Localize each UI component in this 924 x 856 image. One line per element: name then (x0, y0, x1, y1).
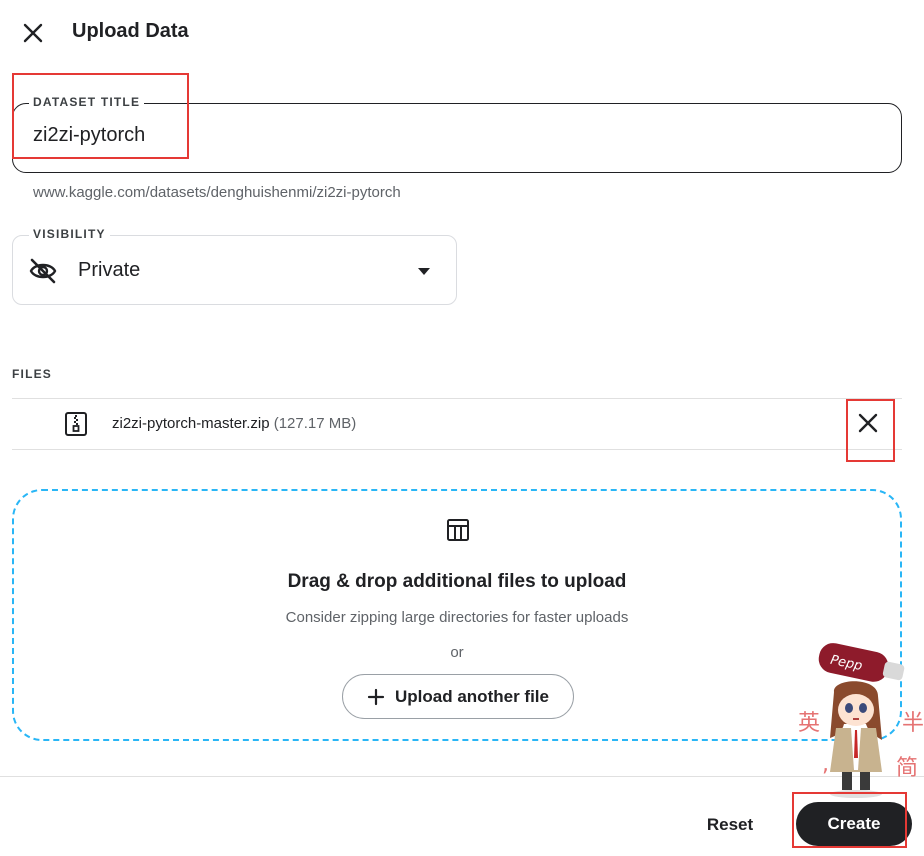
file-name: zi2zi-pytorch-master.zip (112, 415, 270, 432)
dataset-url: www.kaggle.com/datasets/denghuishenmi/zi… (33, 184, 401, 201)
file-name-text: zi2zi-pytorch-master.zip (127.17 MB) (112, 415, 356, 432)
visibility-select[interactable]: VISIBILITY Private (12, 227, 457, 305)
decor-char: , (822, 752, 829, 777)
dataset-title-field[interactable]: DATASET TITLE (12, 95, 902, 173)
dataset-title-input[interactable] (33, 124, 873, 147)
decor-char: 英 (798, 711, 821, 736)
plus-icon (367, 688, 385, 705)
close-button[interactable] (18, 18, 48, 48)
visibility-label: VISIBILITY (29, 227, 110, 241)
create-button[interactable]: Create (796, 802, 912, 846)
decor-char: 半 (902, 711, 924, 736)
visibility-value: Private (78, 259, 141, 281)
remove-file-button[interactable] (854, 409, 882, 437)
visibility-off-icon (29, 258, 57, 284)
file-dropzone[interactable]: Drag & drop additional files to upload C… (12, 489, 902, 741)
dropzone-or: or (450, 644, 464, 661)
dataset-title-label: DATASET TITLE (29, 95, 145, 109)
dropzone-subtitle: Consider zipping large directories for f… (285, 609, 629, 626)
table-icon (447, 519, 469, 541)
files-section-label: FILES (12, 367, 53, 381)
upload-another-file-button[interactable]: Upload another file (342, 674, 574, 719)
footer-divider (0, 776, 924, 777)
dropzone-title: Drag & drop additional files to upload (287, 571, 627, 592)
file-size: (127.17 MB) (273, 415, 357, 432)
divider (12, 449, 902, 450)
close-icon (858, 413, 878, 433)
dialog-title: Upload Data (72, 20, 189, 42)
decor-char: 简 (896, 756, 919, 781)
file-list-item: zi2zi-pytorch-master.zip (127.17 MB) (12, 399, 902, 449)
close-icon (23, 23, 43, 43)
upload-button-label: Upload another file (395, 686, 549, 706)
reset-button[interactable]: Reset (688, 805, 772, 845)
dropdown-arrow-icon (418, 268, 430, 275)
zip-file-icon (65, 412, 87, 436)
